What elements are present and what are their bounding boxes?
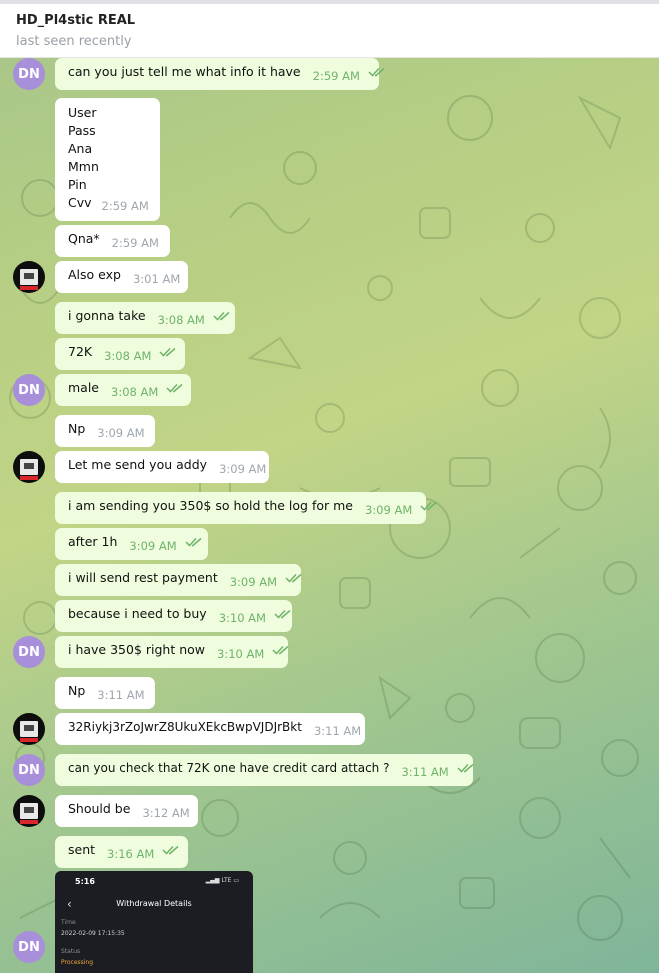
message-line: User — [68, 105, 97, 120]
photo-message-screenshot[interactable]: 5:16 ▂▄▆ LTE ▭ ‹ Withdrawal Details Time… — [55, 871, 253, 973]
message-text: 32Riykj3rZoJwrZ8UkuXEkcBwpVJDJrBkt — [68, 720, 302, 734]
message-time: 3:09 AM — [129, 539, 177, 553]
message-bubble[interactable]: Np 3:09 AM — [55, 415, 155, 447]
message-time: 3:01 AM — [132, 272, 181, 286]
message-bubble[interactable]: Np 3:11 AM — [55, 677, 155, 709]
message-text: Qna* — [68, 231, 100, 246]
read-double-check-icon — [159, 347, 176, 357]
time-value: 2022-02-09 17:15:35 — [61, 930, 125, 937]
message-time: 3:11 AM — [313, 724, 362, 738]
status-value: Processing — [61, 959, 94, 966]
avatar-dn[interactable]: DN — [13, 931, 45, 963]
message-text: Should be — [68, 801, 131, 816]
message-bubble[interactable]: can you just tell me what info it have 2:… — [55, 58, 385, 90]
time-label: Time — [61, 919, 76, 926]
withdrawal-title: Withdrawal Details — [116, 899, 192, 908]
read-double-check-icon — [457, 763, 474, 773]
message-time: 3:09 AM — [97, 426, 145, 440]
message-bubble[interactable]: sent 3:16 AM — [55, 836, 188, 868]
read-double-check-icon — [274, 609, 291, 619]
message-text: i have 350$ right now — [68, 642, 206, 657]
message-bubble[interactable]: 32Riykj3rZoJwrZ8UkuXEkcBwpVJDJrBkt 3:11 A… — [55, 713, 365, 745]
message-bubble[interactable]: i will send rest payment 3:09 AM — [55, 564, 302, 596]
message-time: 3:10 AM — [217, 647, 265, 661]
message-bubble[interactable]: after 1h 3:09 AM — [55, 528, 208, 560]
message-bubble[interactable]: male 3:08 AM — [55, 374, 191, 406]
message-bubble[interactable]: Qna* 2:59 AM — [55, 225, 170, 257]
contact-photo-icon[interactable] — [13, 261, 45, 293]
message-time: 3:12 AM — [142, 806, 190, 820]
contact-photo-icon[interactable] — [13, 713, 45, 745]
message-text: i will send rest payment — [68, 570, 218, 585]
message-time: 2:59 AM — [312, 69, 360, 83]
chat-header[interactable]: HD_Pl4stic REAL last seen recently — [0, 4, 659, 58]
message-line: Pin — [68, 177, 87, 192]
contact-photo-icon[interactable] — [13, 451, 45, 483]
avatar-dn[interactable]: DN — [13, 636, 45, 668]
avatar-dn[interactable]: DN — [13, 754, 45, 786]
signal-status: ▂▄▆ LTE ▭ — [205, 877, 239, 884]
message-bubble[interactable]: because i need to buy 3:10 AM — [55, 600, 292, 632]
read-double-check-icon — [185, 537, 202, 547]
message-line: Pass — [68, 123, 96, 138]
message-text: male — [68, 380, 99, 395]
message-bubble[interactable]: Also exp 3:01 AM — [55, 261, 188, 293]
message-line: Cvv — [68, 195, 92, 210]
message-time: 3:08 AM — [157, 313, 205, 327]
read-double-check-icon — [368, 67, 385, 77]
message-time: 3:08 AM — [111, 385, 159, 399]
contact-photo-icon[interactable] — [13, 795, 45, 827]
message-text: after 1h — [68, 534, 118, 549]
message-text: Np — [68, 683, 86, 698]
message-bubble[interactable]: i am sending you 350$ so hold the log fo… — [55, 492, 437, 524]
message-text: i gonna take — [68, 308, 146, 323]
message-time: 2:59 AM — [101, 199, 149, 213]
message-bubble[interactable]: i have 350$ right now 3:10 AM — [55, 636, 289, 668]
avatar-dn[interactable]: DN — [13, 374, 45, 406]
message-time: 3:11 AM — [97, 688, 145, 702]
message-text: i am sending you 350$ so hold the log fo… — [68, 498, 353, 513]
last-seen-status: last seen recently — [16, 34, 132, 49]
status-label: Status — [61, 948, 81, 955]
message-bubble[interactable]: 72K 3:08 AM — [55, 338, 185, 370]
message-bubble[interactable]: can you check that 72K one have credit c… — [55, 754, 474, 786]
message-bubble[interactable]: Let me send you addy 3:09 AM — [55, 451, 269, 483]
read-double-check-icon — [420, 501, 437, 511]
message-line: Ana — [68, 141, 93, 156]
message-time: 3:16 AM — [107, 847, 155, 861]
message-text: Np — [68, 421, 86, 436]
message-bubble[interactable]: Should be 3:12 AM — [55, 795, 198, 827]
phone-clock: 5:16 — [75, 877, 95, 886]
message-time: 3:09 AM — [364, 503, 413, 517]
read-double-check-icon — [285, 573, 302, 583]
message-time: 3:08 AM — [104, 349, 152, 363]
read-double-check-icon — [213, 311, 230, 321]
message-text: sent — [68, 842, 96, 857]
message-bubble[interactable]: i gonna take 3:08 AM — [55, 302, 235, 334]
message-text: 72K — [68, 344, 93, 359]
message-bubble[interactable]: User Pass Ana Mmn Pin Cvv 2:59 AM — [55, 98, 160, 221]
message-time: 2:59 AM — [111, 236, 159, 250]
read-double-check-icon — [272, 645, 289, 655]
message-text: Let me send you addy — [68, 457, 208, 472]
chat-title[interactable]: HD_Pl4stic REAL — [16, 13, 135, 28]
message-time: 3:10 AM — [218, 611, 266, 625]
avatar-dn[interactable]: DN — [13, 58, 45, 90]
message-line: Mmn — [68, 159, 99, 174]
message-time: 3:09 AM — [219, 462, 267, 476]
message-time: 3:11 AM — [401, 765, 449, 779]
read-double-check-icon — [162, 845, 179, 855]
message-text: can you check that 72K one have credit c… — [68, 761, 390, 775]
message-time: 3:09 AM — [229, 575, 278, 589]
message-text: Also exp — [68, 267, 121, 282]
message-text: can you just tell me what info it have — [68, 64, 301, 79]
read-double-check-icon — [166, 383, 183, 393]
message-text: because i need to buy — [68, 606, 207, 621]
